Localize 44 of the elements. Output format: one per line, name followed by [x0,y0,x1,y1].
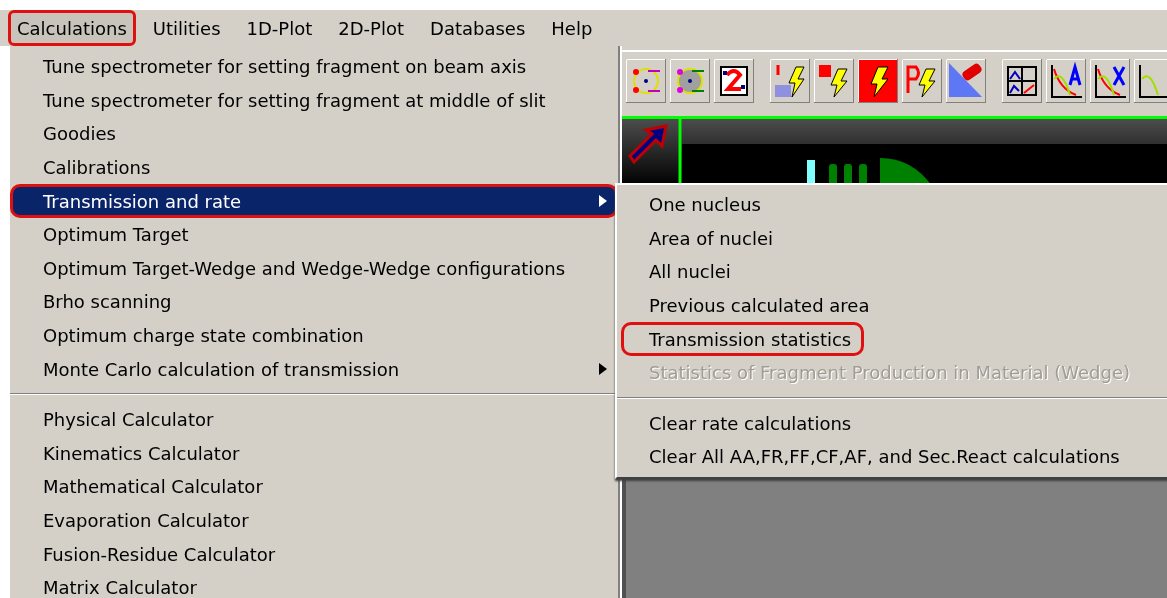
filled-circle-node-icon[interactable] [670,59,710,103]
flag-lightning-icon[interactable] [902,59,942,103]
menu-item[interactable]: Mathematical Calculator [10,470,618,504]
menu-item[interactable]: Fusion-Residue Calculator [10,537,618,571]
submenu-arrow-icon [599,195,607,208]
menu-bar-item[interactable]: 1D-Plot [237,10,322,46]
curves-cross-icon[interactable] [1090,59,1130,103]
menu-item[interactable]: Optimum Target [10,217,618,252]
menu-item[interactable]: Goodies [10,117,618,151]
lightning-icon[interactable] [858,59,898,103]
menu-item[interactable]: Tune spectrometer for setting fragment at middle of slit [10,83,618,118]
menu-item[interactable]: Monte Carlo calculation of transmission [10,352,618,386]
menu-item[interactable]: Kinematics Calculator [10,436,618,471]
menu-item[interactable]: Brho scanning [10,285,618,319]
curves-icon[interactable] [1134,59,1167,103]
menu-bar-item[interactable]: Utilities [143,10,230,46]
menu-item[interactable]: Area of nuclei [621,221,786,256]
menu-item[interactable]: Tune spectrometer for setting fragment on beam axis [10,50,618,84]
menu-item[interactable]: Physical Calculator [10,402,618,437]
curves-plot-icon[interactable] [1046,59,1086,103]
menu-item[interactable]: Transmission and rate [10,184,618,218]
menu-item[interactable]: Evaporation Calculator [10,503,618,538]
eraser-icon[interactable] [946,59,986,103]
grid-plots-icon[interactable] [1002,59,1042,103]
menu-item[interactable]: Optimum charge state combination [10,318,618,353]
menu-bar-item[interactable]: Calculations [8,10,136,46]
menu-item[interactable]: Previous calculated area [621,288,883,323]
menu-bar-item[interactable]: Help [542,10,602,46]
menu-item[interactable]: Clear rate calculations [621,406,865,441]
menu-item[interactable]: Optimum Target-Wedge and Wedge-Wedge configurations [10,251,618,286]
menu-item[interactable]: Transmission statistics [621,322,865,356]
submenu-arrow-icon [599,363,607,376]
arrow-icon[interactable] [628,124,668,165]
circle-node-icon[interactable] [626,59,666,103]
chip-icon[interactable] [714,59,754,103]
lightning-square-icon[interactable] [814,59,854,103]
menu-item[interactable]: All nuclei [621,255,744,289]
menu-item[interactable]: Matrix Calculator [10,570,618,598]
menu-item[interactable]: Clear All AA,FR,FF,CF,AF, and Sec.React calculations [621,440,1133,474]
lightning-screen-icon[interactable] [770,59,810,103]
menu-item[interactable]: Calibrations [10,150,618,185]
menu-bar-item[interactable]: 2D-Plot [329,10,413,46]
menu-bar-item[interactable]: Databases [421,10,535,46]
menu-item[interactable]: One nucleus [621,188,774,222]
